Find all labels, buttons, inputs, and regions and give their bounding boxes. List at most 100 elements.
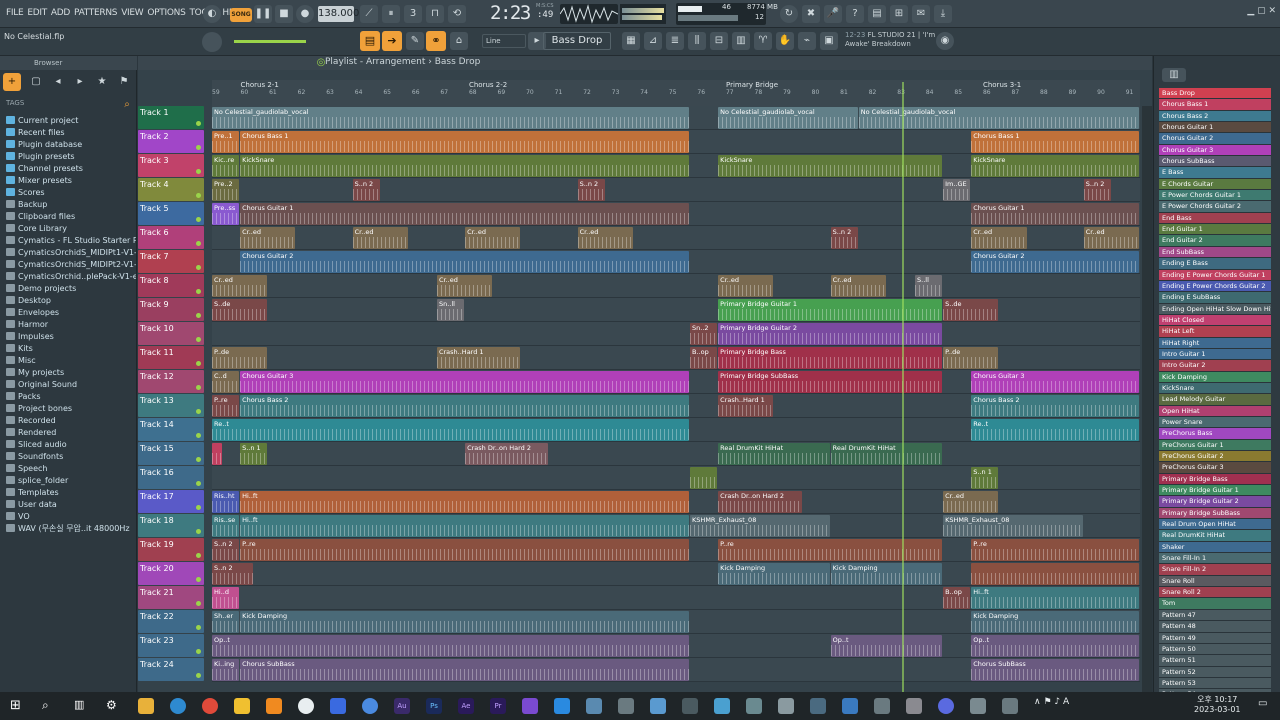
browser-item[interactable]: Cymatics - FL Studio Starter Pack — [6, 234, 136, 246]
menu-patterns[interactable]: PATTERNS — [74, 8, 117, 18]
discord-icon[interactable] — [938, 698, 954, 714]
clip[interactable]: Real DrumKit HiHat — [830, 443, 943, 465]
pattern-item[interactable]: Real DrumKit HiHat — [1159, 530, 1271, 542]
premiere-icon[interactable]: Pr — [490, 698, 506, 714]
clip[interactable]: Chorus Guitar 3 — [240, 371, 690, 393]
app-icon-6[interactable] — [682, 698, 698, 714]
pattern-item[interactable]: Kick Damping — [1159, 371, 1271, 383]
clip[interactable]: Primary Bridge Bass — [718, 347, 943, 369]
browser-search-icon[interactable]: ⌕ — [118, 96, 136, 114]
clip[interactable]: Real DrumKit HiHat — [718, 443, 830, 465]
track-header[interactable]: Track 5 — [138, 202, 204, 225]
clip[interactable]: Im..GE — [943, 179, 971, 201]
microphone-icon[interactable]: 🎤 — [824, 5, 842, 23]
clip[interactable]: S..n 1 — [971, 467, 999, 489]
app-icon-5[interactable] — [650, 698, 666, 714]
clip[interactable]: Sn..ll — [436, 299, 465, 321]
clip[interactable]: B..op — [690, 347, 718, 369]
clip[interactable]: Crash..Hard 1 — [436, 347, 521, 369]
browser-item[interactable]: CymaticsOrchidS_MIDIPt2-V1-o9j — [6, 258, 136, 270]
app-icon-1[interactable] — [330, 698, 346, 714]
track-header[interactable]: Track 19 — [138, 538, 204, 561]
pattern-item[interactable]: Open HiHat — [1159, 405, 1271, 417]
clip[interactable]: P..de — [943, 347, 999, 369]
edge-icon[interactable] — [170, 698, 186, 714]
browser-forward-icon[interactable]: ▸ — [71, 73, 89, 91]
track-header[interactable]: Track 7 — [138, 250, 204, 273]
track-mute-led[interactable] — [196, 169, 201, 174]
search-icon[interactable]: ⌕ — [42, 698, 58, 714]
countdown-icon[interactable]: 3 — [404, 5, 422, 23]
clip[interactable]: Chorus Bass 1 — [971, 131, 1139, 153]
browser-item[interactable]: WAV (무손실 무압..it 48000Hz — [6, 522, 136, 534]
menu-edit[interactable]: EDIT — [27, 8, 47, 18]
app-icon-4[interactable] — [618, 698, 634, 714]
browser-item[interactable]: User data — [6, 498, 136, 510]
timeline-ruler[interactable]: 59 60 61 62 63 64 65 66 67 68 69 70 71 72 73 74 75 76 77 78… — [212, 80, 1140, 106]
track-lane[interactable]: Sn..2 Primary Bridge Guitar 2 — [212, 322, 1140, 346]
clip[interactable]: P..re — [240, 539, 690, 561]
pattern-item[interactable]: Intro Guitar 1 — [1159, 348, 1271, 361]
track-mute-led[interactable] — [196, 289, 201, 294]
clip[interactable] — [690, 467, 718, 489]
clip[interactable] — [212, 443, 223, 465]
step-edit-icon[interactable]: ⊓ — [426, 5, 444, 23]
track-header[interactable]: Track 2 — [138, 130, 204, 153]
clip[interactable]: Kick Damping — [971, 611, 1139, 633]
app-icon-11[interactable] — [842, 698, 858, 714]
clip[interactable]: Cr..ed — [436, 275, 493, 297]
news-panel[interactable]: 12-23 FL STUDIO 21 | 'I'm Awake' Breakdo… — [845, 31, 945, 53]
clip[interactable]: KickSnare — [718, 155, 943, 177]
fl-studio-icon[interactable] — [266, 698, 282, 714]
metronome-icon[interactable]: ⟋ — [360, 5, 378, 23]
track-lane[interactable]: No Celestial_gaudiolab_vocal No Celestial… — [212, 106, 1140, 130]
pattern-item[interactable]: End Guitar 1 — [1159, 224, 1271, 236]
browser-item[interactable]: Impulses — [6, 330, 136, 342]
clip[interactable]: Cr..ed — [830, 275, 886, 297]
browser-item[interactable]: Scores — [6, 186, 136, 198]
clip[interactable]: Primary Bridge Guitar 2 — [718, 323, 943, 345]
clip[interactable]: Sn..2 — [690, 323, 718, 345]
clip[interactable]: Cr..ed — [240, 227, 296, 249]
pattern-item[interactable]: HiHat Closed — [1159, 314, 1271, 327]
pattern-item[interactable]: Pattern 51 — [1159, 655, 1271, 667]
clip[interactable]: Hi..ft — [240, 491, 690, 513]
browser-item[interactable]: Sliced audio — [6, 438, 136, 450]
clip[interactable]: Cr..ed — [1083, 227, 1139, 249]
browser-item[interactable]: Harmor — [6, 318, 136, 330]
clip[interactable]: Chorus Guitar 1 — [971, 203, 1139, 225]
clip[interactable] — [971, 563, 1139, 585]
track-lane[interactable]: Pre..1 Chorus Bass 1 Chorus Bass 1 — [212, 130, 1140, 154]
plugin-icon[interactable]: ⊞ — [890, 5, 908, 23]
pattern-item[interactable]: End Guitar 2 — [1159, 235, 1271, 247]
browser-item[interactable]: Mixer presets — [6, 174, 136, 186]
playlist-icon[interactable]: ▦ — [622, 32, 640, 50]
clip[interactable]: P..re — [212, 395, 240, 417]
menu-view[interactable]: VIEW — [121, 8, 144, 18]
clip[interactable]: Kick Damping — [830, 563, 943, 585]
section-marker[interactable]: Chorus 2-1 — [241, 81, 279, 89]
clip[interactable]: S..n 2 — [1083, 179, 1111, 201]
pattern-item[interactable]: Snare Fill-In 2 — [1159, 564, 1271, 576]
clip[interactable]: KickSnare — [240, 155, 690, 177]
track-lane[interactable]: P..de Crash..Hard 1 B..op Primary Bridge Ba… — [212, 346, 1140, 370]
menu-add[interactable]: ADD — [51, 8, 70, 18]
browser-item[interactable]: Soundfonts — [6, 450, 136, 462]
track-header[interactable]: Track 1 — [138, 106, 204, 129]
clip[interactable]: Primary Bridge SubBass — [718, 371, 943, 393]
clip[interactable]: Cr..ed — [971, 227, 1027, 249]
clip[interactable]: S..n 2 — [577, 179, 605, 201]
clip[interactable]: Op..t — [212, 635, 690, 657]
pattern-item[interactable]: Tom — [1159, 598, 1271, 610]
clip[interactable]: S..ll — [915, 275, 943, 297]
piano-roll-icon[interactable]: ⊿ — [644, 32, 662, 50]
clip[interactable]: Chorus Guitar 3 — [971, 371, 1139, 393]
track-lane[interactable]: Chorus Guitar 2 Chorus Guitar 2 — [212, 250, 1140, 274]
browser-item[interactable]: Packs — [6, 390, 136, 402]
browser-item[interactable]: Current project — [6, 114, 136, 126]
track-lane[interactable]: Pre..2 S..n 2 S..n 2 Im..GE S..n 2 — [212, 178, 1140, 202]
track-header[interactable]: Track 8 — [138, 274, 204, 297]
track-mute-led[interactable] — [196, 673, 201, 678]
track-header[interactable]: Track 24 — [138, 658, 204, 681]
clip[interactable]: Chorus SubBass — [971, 659, 1139, 681]
